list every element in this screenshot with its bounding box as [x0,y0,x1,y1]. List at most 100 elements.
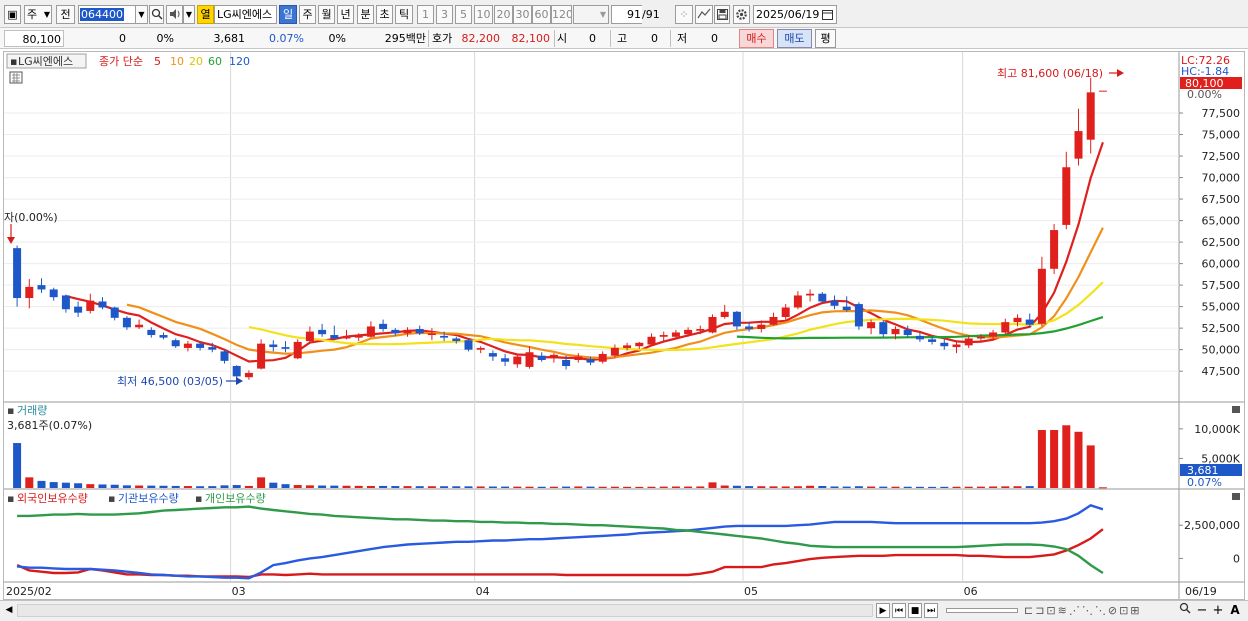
volume-bar [1074,431,1083,488]
draw-tool-icon[interactable] [695,5,713,24]
candle-body [525,352,534,367]
interval-30-button[interactable]: 30 [513,5,532,24]
legend-ma5[interactable]: 5 [154,55,161,68]
interval-3-button[interactable]: 3 [436,5,453,24]
period-week-button[interactable]: 주 [299,5,316,24]
volume-bar [684,486,693,488]
market-select[interactable]: 주 ▼ [24,5,52,24]
interval-1-button[interactable]: 1 [417,5,434,24]
candle-body [232,366,241,377]
custom-interval-select[interactable]: ▼ [573,5,609,24]
buy-button[interactable]: 매수 [739,29,774,48]
legend-foreign-holding[interactable]: 외국인보유수량 [17,492,88,505]
scroll-first-icon[interactable]: ⏮ [892,603,906,618]
scroll-right-icon[interactable]: ▶ [876,603,890,618]
legend-individual-holding[interactable]: 개인보유수량 [205,492,266,505]
interval-5-button[interactable]: 5 [455,5,472,24]
bid-price: 82,100 [511,32,551,45]
font-size-icon[interactable]: A [1228,602,1242,619]
holding-panel-close-icon[interactable] [1232,493,1240,500]
candle-body [171,340,180,347]
volume-bar [574,486,583,488]
volume-bar [427,486,436,488]
period-tick-button[interactable]: 틱 [395,5,413,24]
period-minute-button[interactable]: 분 [357,5,374,24]
interval-120-button[interactable]: 120 [551,5,572,24]
page-count-input[interactable]: 91 [611,5,642,24]
chart-canvas[interactable]: 77,500 75,000 72,500 70,000 67,500 65,000 62,5… [4,52,1244,599]
candle-body [964,338,973,346]
window-menu-icon[interactable]: ▣ [4,5,21,24]
zoom-search-icon[interactable] [1177,602,1193,619]
code-dropdown-icon[interactable]: ▼ [135,5,148,24]
drawing-tools-icons[interactable]: ⊏⊐⊡≋⋰⋱⋱⊘⊡⊞ [1024,603,1174,618]
sell-button[interactable]: 매도 [777,29,812,48]
candle-body [891,329,900,335]
interval-60-button[interactable]: 60 [532,5,551,24]
candle-body [305,331,314,342]
start-arrow-head [7,237,15,244]
legend-ma20[interactable]: 20 [189,55,203,68]
volume-bar [525,486,534,488]
volume-panel-title[interactable]: 거래량 [17,404,47,417]
legend-ma60[interactable]: 60 [208,55,222,68]
volume-panel-close-icon[interactable] [1232,406,1240,413]
speaker-dropdown-icon[interactable]: ▼ [183,5,195,24]
interval-20-button[interactable]: 20 [494,5,513,24]
holding-legend-marker-3: ▪ [195,492,202,505]
horizontal-scrollbar[interactable] [17,604,873,617]
legend-ma10[interactable]: 10 [170,55,184,68]
legend-close-label[interactable]: 종가 단순 [99,55,143,68]
code-input[interactable]: 064400 [78,5,136,24]
candle-body [647,336,656,345]
link-icon[interactable]: ⁘ [675,5,693,24]
stop-icon[interactable]: ■ [908,603,922,618]
volume-panel-marker: ▪ [7,404,14,417]
candle-body [440,335,449,338]
candle-body [684,329,693,335]
zoom-out-icon[interactable]: − [1196,602,1208,619]
scroll-last-icon[interactable]: ⏭ [924,603,938,618]
candle-body [135,324,144,328]
candle-body [732,311,741,327]
volume-bar [342,485,351,488]
legend-institution-holding[interactable]: 기관보유수량 [118,492,179,505]
stock-name-field[interactable]: LG씨엔에스 [214,5,277,24]
period-second-button[interactable]: 초 [376,5,393,24]
candle-body [903,329,912,336]
prev-button[interactable]: 전 [56,5,75,24]
legend-ma120[interactable]: 120 [229,55,250,68]
candle-body [183,343,192,348]
volume-bar [769,486,778,488]
eval-button[interactable]: 평 [815,29,836,48]
stock-tag[interactable]: LG씨엔에스 [18,55,73,68]
candle-body [562,359,571,367]
speaker-icon[interactable] [166,5,183,24]
volume-bar [1025,486,1034,488]
candle-body [110,307,119,318]
candle-body [879,322,888,335]
zoom-in-icon[interactable]: + [1212,602,1224,619]
volume-bar [830,486,839,488]
gear-icon[interactable] [733,5,750,24]
period-year-button[interactable]: 년 [337,5,354,24]
period-day-button[interactable]: 일 [279,5,297,24]
bottom-scroll-bar: ◀ ▶ ⏮ ■ ⏭ ⊏⊐⊡≋⋰⋱⋱⊘⊡⊞ − + A [0,600,1248,621]
volume-bar [13,443,22,488]
volume-value-note: 3,681주(0.07%) [7,419,92,432]
zoom-slider[interactable] [946,608,1018,613]
search-icon[interactable] [149,5,164,24]
period-month-button[interactable]: 월 [318,5,335,24]
col-button[interactable]: 열 [197,5,214,24]
interval-10-button[interactable]: 10 [474,5,493,24]
date-input[interactable]: 2025/06/19 [753,5,837,24]
open-value: 0 [589,32,596,45]
ma10-line [126,227,1104,360]
volume-bar [354,485,363,488]
candle-body [122,317,131,328]
low-label: 저 [670,30,692,47]
price-tick-label: 55,000 [1202,301,1241,314]
save-icon[interactable] [714,5,730,24]
scroll-left-icon[interactable]: ◀ [2,603,16,618]
volume-bar [293,485,302,488]
